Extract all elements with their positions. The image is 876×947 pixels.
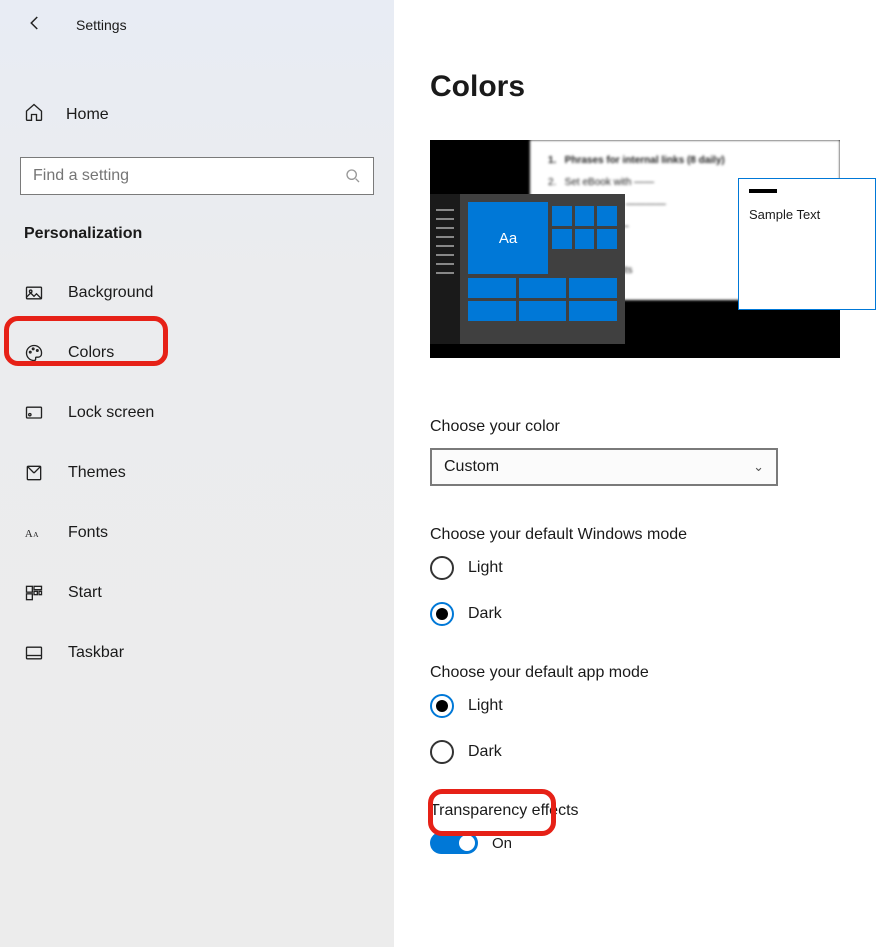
taskbar-icon xyxy=(24,643,44,663)
sidebar-item-label: Taskbar xyxy=(68,644,124,662)
sidebar-item-label: Start xyxy=(68,584,102,602)
preview-start-menu: Aa xyxy=(430,194,625,344)
windows-mode-light[interactable]: Light xyxy=(430,556,840,580)
transparency-toggle[interactable] xyxy=(430,832,478,854)
fonts-icon: AA xyxy=(24,523,44,543)
preview-tile-aa: Aa xyxy=(468,202,548,274)
home-icon xyxy=(24,102,44,127)
radio-label: Dark xyxy=(468,743,502,761)
windows-mode-label: Choose your default Windows mode xyxy=(430,526,840,544)
sidebar-item-label: Colors xyxy=(68,344,114,362)
radio-label: Light xyxy=(468,559,503,577)
preview-sample-text: Sample Text xyxy=(749,207,820,222)
sidebar-home[interactable]: Home xyxy=(0,90,394,139)
lock-screen-icon xyxy=(24,403,44,423)
color-preview: 1. Phrases for internal links (8 daily) … xyxy=(430,140,840,358)
sidebar-item-lock-screen[interactable]: Lock screen xyxy=(0,389,394,437)
radio-icon xyxy=(430,740,454,764)
radio-label: Light xyxy=(468,697,503,715)
choose-color-label: Choose your color xyxy=(430,418,840,436)
sidebar-item-colors[interactable]: Colors xyxy=(0,329,394,377)
sidebar-home-label: Home xyxy=(66,106,109,124)
sidebar-item-background[interactable]: Background xyxy=(0,269,394,317)
app-mode-light[interactable]: Light xyxy=(430,694,840,718)
sidebar-item-fonts[interactable]: AA Fonts xyxy=(0,509,394,557)
sidebar-section-title: Personalization xyxy=(0,195,394,251)
transparency-row: On xyxy=(430,832,840,854)
main-panel: Colors 1. Phrases for internal links (8 … xyxy=(394,0,876,947)
picture-icon xyxy=(24,283,44,303)
sidebar-item-taskbar[interactable]: Taskbar xyxy=(0,629,394,677)
sidebar-item-label: Fonts xyxy=(68,524,108,542)
page-title: Colors xyxy=(430,70,840,104)
search-box[interactable] xyxy=(20,157,374,195)
app-mode-group: Choose your default app mode Light Dark xyxy=(430,664,840,764)
settings-sidebar: Settings Home Personalization Background… xyxy=(0,0,394,947)
palette-icon xyxy=(24,343,44,363)
sidebar-item-label: Themes xyxy=(68,464,126,482)
start-icon xyxy=(24,583,44,603)
app-mode-dark[interactable]: Dark xyxy=(430,740,840,764)
top-bar: Settings xyxy=(0,0,394,46)
radio-icon xyxy=(430,694,454,718)
preview-sample-window: Sample Text xyxy=(738,178,876,310)
app-title: Settings xyxy=(76,17,127,33)
choose-color-select[interactable]: Custom ⌄ xyxy=(430,448,778,486)
choose-color-value: Custom xyxy=(444,458,499,476)
radio-icon xyxy=(430,602,454,626)
app-mode-label: Choose your default app mode xyxy=(430,664,840,682)
radio-label: Dark xyxy=(468,605,502,623)
transparency-label: Transparency effects xyxy=(430,802,840,820)
sidebar-item-label: Background xyxy=(68,284,153,302)
svg-text:A: A xyxy=(25,528,33,540)
sidebar-nav: Background Colors Lock screen Themes AA … xyxy=(0,269,394,677)
chevron-down-icon: ⌄ xyxy=(753,459,764,475)
sidebar-item-themes[interactable]: Themes xyxy=(0,449,394,497)
back-icon[interactable] xyxy=(26,14,44,36)
svg-text:A: A xyxy=(33,530,39,539)
transparency-value: On xyxy=(492,835,512,852)
themes-icon xyxy=(24,463,44,483)
windows-mode-group: Choose your default Windows mode Light D… xyxy=(430,526,840,626)
sidebar-item-start[interactable]: Start xyxy=(0,569,394,617)
radio-icon xyxy=(430,556,454,580)
search-icon xyxy=(345,168,361,184)
windows-mode-dark[interactable]: Dark xyxy=(430,602,840,626)
search-input[interactable] xyxy=(33,167,345,185)
sidebar-item-label: Lock screen xyxy=(68,404,154,422)
